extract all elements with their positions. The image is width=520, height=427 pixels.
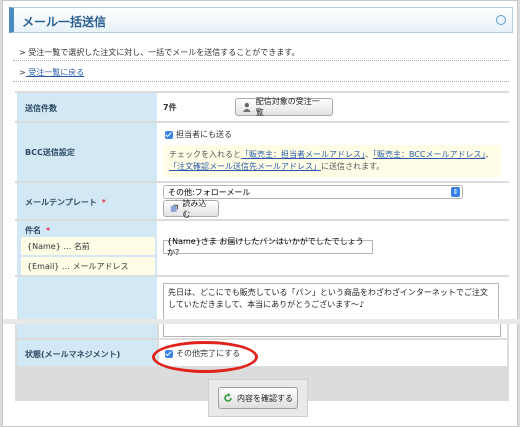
bcc-checkbox[interactable]	[165, 130, 173, 139]
value-cell: その他:フォローメール ⇕ 読み込む	[159, 183, 507, 219]
bcc-link-bcc-email[interactable]: 「販売主：BCCメールアドレス」	[373, 150, 486, 159]
select-arrows-icon: ⇕	[451, 187, 460, 197]
value-cell: 7件 配信対象の受注一覧	[159, 93, 507, 121]
bcc-note: チェックを入れると「販売主：担当者メールアドレス」、「販売主：BCCメールアドレ…	[169, 149, 499, 173]
var-name: {Name} … 名前	[21, 237, 155, 255]
row-bcc: BCC送信設定 担当者にも送る チェックを入れると「販売主：担当者メールアドレス…	[15, 123, 509, 181]
load-template-button-label: 読み込む	[182, 198, 207, 219]
label-cell: BCC送信設定	[17, 123, 157, 181]
intro-text: > 受注一覧で選択した注文に対し、一括でメールを送信することができます。	[19, 47, 299, 58]
target-orders-button-label: 配信対象の受注一覧	[255, 97, 320, 117]
label-cell: 件名 * {Name} … 名前 {Email} … メールアドレス	[17, 221, 157, 275]
chevron-right-icon: >	[19, 68, 26, 77]
bcc-note-prefix: チェックを入れると	[169, 150, 241, 159]
value-cell: {Name}さま お届けしたパンはいかがでしたでしょうか？	[159, 221, 507, 275]
confirm-button-label: 内容を確認する	[237, 393, 293, 403]
intro-label: 受注一覧で選択した注文に対し、一括でメールを送信することができます。	[28, 48, 300, 57]
bcc-link-staff-email[interactable]: 「販売主：担当者メールアドレス」	[241, 150, 365, 159]
label-cell	[17, 324, 157, 338]
bcc-checkbox-row[interactable]: 担当者にも送る	[165, 129, 232, 140]
confirm-area: 内容を確認する	[208, 379, 308, 417]
load-icon	[170, 204, 178, 212]
send-count-label: 送信件数	[25, 104, 57, 113]
chevron-right-icon: >	[19, 48, 26, 57]
send-count-value: 7件	[163, 103, 177, 112]
row-body: 先日は、どこにでも販売している「パン」という商品をわざわざインターネットでご注文…	[15, 277, 509, 341]
required-mark: *	[46, 226, 51, 235]
bcc-note-suffix: に送信されます。	[321, 162, 385, 171]
page-title: メール一括送信	[22, 15, 107, 29]
bcc-label: BCC送信設定	[25, 148, 75, 157]
body-textarea-bottom	[163, 324, 501, 337]
value-cell: 担当者にも送る チェックを入れると「販売主：担当者メールアドレス」、「販売主：B…	[159, 123, 507, 181]
bcc-note-box: チェックを入れると「販売主：担当者メールアドレス」、「販売主：BCCメールアドレ…	[163, 145, 501, 177]
value-cell	[159, 324, 507, 338]
status-frame: 状態(メールマネジメント) その他完了にする	[15, 324, 509, 372]
back-to-orders-link[interactable]: > 受注一覧に戻る	[19, 67, 84, 78]
label-cell: メールテンプレート *	[17, 183, 157, 219]
template-select-value: その他:フォローメール	[168, 187, 251, 197]
template-label: メールテンプレート *	[25, 197, 106, 208]
main-panel: メール一括送信 > 受注一覧で選択した注文に対し、一括でメールを送信することがで…	[2, 0, 520, 427]
refresh-icon	[224, 393, 232, 402]
page-title-bar: メール一括送信	[9, 7, 513, 33]
row-send-count: 送信件数 7件 配信対象の受注一覧	[15, 93, 509, 121]
target-orders-button[interactable]: 配信対象の受注一覧	[235, 97, 333, 117]
label-cell	[17, 277, 157, 319]
divider	[13, 60, 509, 61]
label-cell: 状態(メールマネジメント)	[17, 340, 157, 366]
bcc-checkbox-label: 担当者にも送る	[176, 130, 232, 139]
bcc-link-confirm-email[interactable]: 「注文確認メール送信先メールアドレス」	[169, 162, 321, 171]
label-cell: 送信件数	[17, 93, 157, 121]
collapse-icon[interactable]	[496, 15, 506, 25]
load-template-button[interactable]: 読み込む	[163, 198, 219, 219]
subject-label: 件名 *	[25, 225, 50, 236]
required-mark: *	[101, 198, 106, 207]
back-link-label[interactable]: 受注一覧に戻る	[28, 68, 84, 77]
bcc-note-sep: 、	[365, 150, 373, 159]
divider	[13, 81, 509, 82]
subject-input[interactable]: {Name}さま お届けしたパンはいかがでしたでしょうか？	[163, 237, 373, 257]
bcc-note-sep: 、	[485, 150, 494, 159]
user-icon	[242, 102, 251, 112]
status-label: 状態(メールマネジメント)	[25, 350, 121, 359]
var-email: {Email} … メールアドレス	[21, 257, 155, 275]
value-cell: 先日は、どこにでも販売している「パン」という商品をわざわざインターネットでご注文…	[159, 277, 507, 341]
confirm-button[interactable]: 内容を確認する	[218, 387, 298, 409]
row-template: メールテンプレート * その他:フォローメール ⇕ 読み込む	[15, 183, 509, 219]
subject-label-text: 件名	[25, 226, 41, 235]
template-label-text: メールテンプレート	[25, 198, 97, 207]
highlight-circle	[152, 341, 258, 373]
row-subject: 件名 * {Name} … 名前 {Email} … メールアドレス {Name}…	[15, 221, 509, 275]
